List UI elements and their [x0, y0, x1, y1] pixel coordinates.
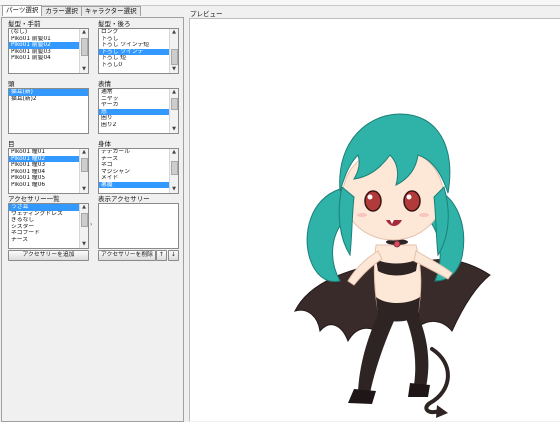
remove-accessory-button[interactable]: アクセサリーを削除	[98, 250, 156, 261]
hair-front-list[interactable]: (なし) Piko01 前髪01 Piko01 前髪02 Piko01 前髪03 Pik…	[8, 28, 89, 74]
parts-tab-content: 髪型・手前 (なし) Piko01 前髪01 Piko01 前髪02 Piko01 前…	[1, 17, 184, 422]
scroll-thumb[interactable]	[171, 161, 178, 175]
left-sidelock	[338, 186, 355, 257]
left-blush	[357, 213, 367, 217]
face	[342, 147, 444, 241]
right-blush	[419, 213, 429, 217]
eyes-label: 目	[8, 140, 15, 148]
scroll-thumb[interactable]	[171, 49, 178, 65]
choker-gem	[393, 240, 401, 248]
hair-back-scrollbar[interactable]: ▲ ▼	[169, 29, 178, 73]
list-item[interactable]: Piko01 瞳06	[9, 182, 79, 189]
scroll-down-arrow-icon[interactable]: ▼	[80, 241, 88, 248]
scroll-up-arrow-icon[interactable]: ▲	[80, 149, 88, 156]
scroll-down-arrow-icon[interactable]: ▼	[170, 186, 178, 193]
display-accessory-label: 表示アクセサリー	[98, 195, 150, 203]
list-item[interactable]: 悪魔	[99, 181, 169, 188]
move-up-button[interactable]: ↑	[156, 250, 167, 261]
scroll-thumb[interactable]	[81, 213, 88, 227]
transfer-arrow-icon: ›	[90, 221, 93, 228]
list-item[interactable]: 下ろし0	[99, 62, 169, 69]
hair-front-label: 髪型・手前	[8, 20, 41, 28]
right-boot	[408, 383, 430, 397]
scroll-down-arrow-icon[interactable]: ▼	[170, 66, 178, 73]
hair-front-scrollbar[interactable]: ▲ ▼	[79, 29, 88, 73]
scroll-down-arrow-icon[interactable]: ▼	[80, 186, 88, 193]
list-item[interactable]: ナース	[9, 237, 79, 244]
list-item[interactable]: Piko01 前髪04	[9, 55, 79, 62]
accessory-list-label: アクセサリー一覧	[8, 195, 60, 203]
right-eye	[403, 190, 421, 212]
body-list[interactable]: テデガール ナース ネコ マジシャン メイド 悪魔 ▲ ▼	[98, 148, 179, 194]
preview-area	[189, 18, 560, 421]
accessory-list[interactable]: うさ耳 ウェディングドレス ぎるなし シスター ネコフード ナース ▲ ▼	[8, 203, 89, 249]
preview-label: プレビュー	[190, 10, 223, 18]
scroll-up-arrow-icon[interactable]: ▲	[80, 29, 88, 36]
scroll-up-arrow-icon[interactable]: ▲	[170, 29, 178, 36]
expression-list[interactable]: 通常 ニヤッ ヤーカ怒困り 困り2 ▲ ▼	[98, 88, 179, 134]
scroll-up-arrow-icon[interactable]: ▲	[170, 149, 178, 156]
parts-panel: パーツ選択 カラー選択 キャラクター選択 髪型・手前 (なし) Piko01 前髪…	[0, 5, 184, 422]
body-scrollbar[interactable]: ▲ ▼	[169, 149, 178, 193]
tail	[424, 347, 450, 415]
scroll-thumb[interactable]	[81, 158, 88, 172]
move-down-button[interactable]: ↓	[168, 250, 179, 261]
tab-parts-select[interactable]: パーツ選択	[2, 5, 43, 16]
tab-color-select[interactable]: カラー選択	[41, 6, 82, 16]
head-label: 頭	[8, 80, 15, 88]
eyes-list[interactable]: Piko01 瞳01 Piko01 瞳02 Piko01 瞳03 Piko01 瞳04…	[8, 148, 89, 194]
body-label: 身体	[98, 140, 111, 148]
scroll-down-arrow-icon[interactable]: ▼	[170, 126, 178, 133]
head-list[interactable]: 猫耳(新) 猫耳(新)2	[8, 88, 89, 134]
add-accessory-button[interactable]: アクセサリーを追加	[8, 250, 89, 261]
tab-strip: パーツ選択 カラー選択 キャラクター選択	[2, 5, 141, 17]
tab-character-select[interactable]: キャラクター選択	[80, 6, 141, 16]
display-accessory-list[interactable]	[98, 203, 179, 249]
left-eye-highlight	[367, 194, 373, 200]
tail-tip	[436, 405, 448, 418]
scroll-thumb[interactable]	[171, 98, 178, 110]
list-item[interactable]: 猫耳(新)2	[9, 96, 88, 103]
left-boot	[348, 389, 376, 404]
list-item[interactable]: 困り2	[99, 122, 169, 129]
hair-back-list[interactable]: ロング 下ろし 下ろし ツインテ短 下ろし ツインテ 下ろし 短下ろし0 ▲ ▼	[98, 28, 179, 74]
accessory-scrollbar[interactable]: ▲ ▼	[79, 204, 88, 248]
scroll-up-arrow-icon[interactable]: ▲	[170, 89, 178, 96]
scroll-up-arrow-icon[interactable]: ▲	[80, 204, 88, 211]
character-preview	[294, 113, 491, 418]
expression-scrollbar[interactable]: ▲ ▼	[169, 89, 178, 133]
hair-back-label: 髪型・後ろ	[98, 20, 131, 28]
expression-label: 表情	[98, 80, 111, 88]
right-eye-highlight	[406, 194, 412, 200]
scroll-down-arrow-icon[interactable]: ▼	[80, 66, 88, 73]
eyes-scrollbar[interactable]: ▲ ▼	[79, 149, 88, 193]
scroll-thumb[interactable]	[81, 38, 88, 56]
left-eye	[364, 190, 382, 212]
